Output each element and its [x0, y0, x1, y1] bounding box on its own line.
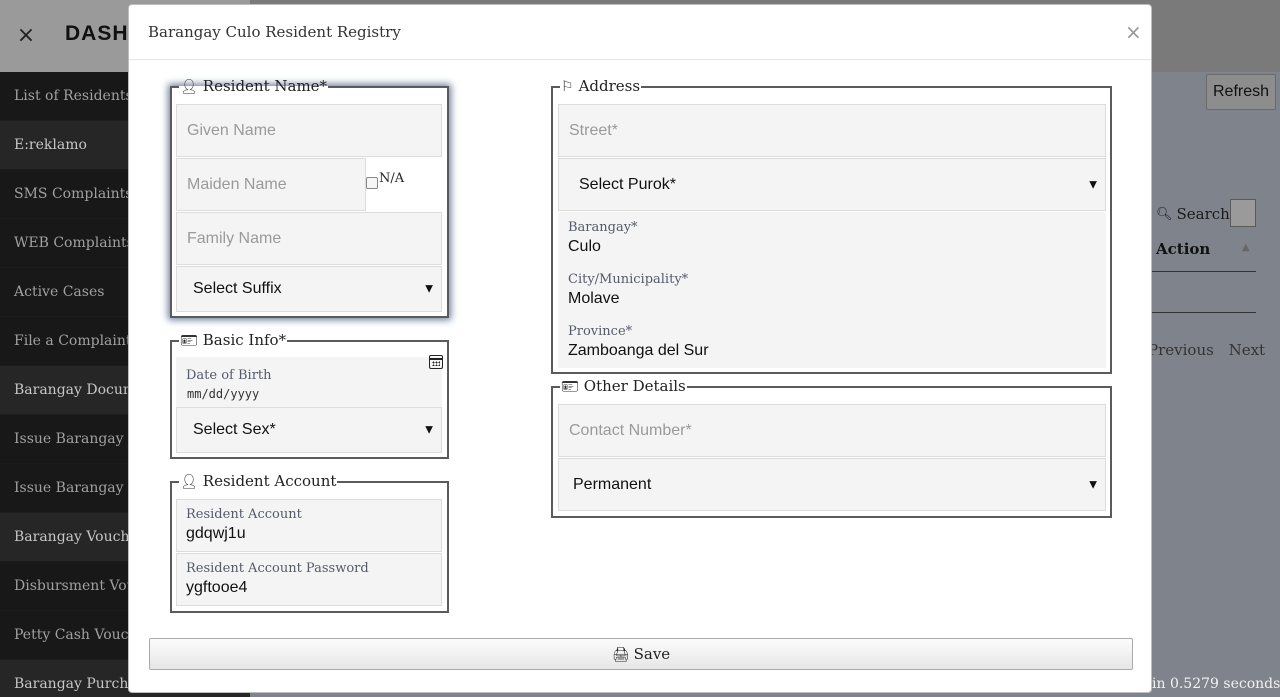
resident-account-password-value: ygftooe4 [186, 579, 248, 596]
street-input[interactable]: Street* [558, 104, 1106, 157]
modal-header: Barangay Culo Resident Registry × [129, 5, 1151, 60]
province-label: Province* [568, 324, 633, 339]
close-sidebar-icon[interactable]: × [14, 22, 38, 50]
dob-label: Date of Birth [186, 368, 272, 383]
search-label: 🔍︎ Search: [1156, 200, 1235, 228]
barangay-label: Barangay* [568, 220, 638, 235]
signpost-icon: ⚐ [561, 79, 574, 95]
chevron-down-icon: ▼ [1089, 179, 1097, 190]
save-label: Save [633, 645, 671, 663]
chevron-down-icon: ▼ [425, 424, 433, 436]
resident-account-value: gdqwj1u [186, 525, 246, 542]
purok-select[interactable]: Select Purok* ▼ [558, 158, 1106, 211]
search-input[interactable] [1230, 199, 1256, 227]
street-placeholder: Street* [569, 121, 618, 139]
given-name-placeholder: Given Name [187, 121, 276, 139]
city-field: City/Municipality* Molave [558, 264, 1106, 316]
chevron-down-icon: ▼ [1089, 479, 1097, 490]
city-label: City/Municipality* [568, 272, 689, 287]
given-name-input[interactable]: Given Name [176, 104, 442, 157]
sex-select[interactable]: Select Sex* ▼ [176, 407, 442, 453]
modal-close-icon[interactable]: × [1125, 20, 1142, 44]
maiden-name-placeholder: Maiden Name [187, 175, 287, 193]
resident-account-input[interactable]: Resident Account gdqwj1u [176, 499, 442, 552]
resident-name-legend: 👤︎ Resident Name* [180, 77, 328, 95]
sex-selected-value: Select Sex* [193, 421, 276, 438]
basic-info-legend: 🪪︎ Basic Info* [180, 331, 287, 349]
dob-placeholder: mm/dd/yyyy [187, 387, 260, 401]
footer-load-time: in 0.5279 seconds. [1152, 676, 1280, 692]
resident-account-legend: 👤︎ Resident Account [180, 472, 337, 490]
other-details-legend: 🪪︎ Other Details [561, 377, 686, 395]
family-name-input[interactable]: Family Name [176, 212, 442, 265]
pagination: Previous Next [1148, 341, 1275, 359]
province-value: Zamboanga del Sur [568, 342, 709, 359]
user-icon: 👤︎ [180, 474, 198, 490]
contact-number-input[interactable]: Contact Number* [558, 404, 1106, 457]
refresh-button[interactable]: Refresh [1206, 74, 1276, 110]
table-divider [1152, 271, 1256, 272]
suffix-selected-value: Select Suffix [193, 280, 282, 297]
contact-number-placeholder: Contact Number* [569, 421, 692, 439]
pagination-next[interactable]: Next [1229, 341, 1266, 359]
printer-icon: 🖨︎ [611, 647, 630, 663]
id-card-icon: 🪪︎ [180, 333, 198, 349]
id-card-icon: 🪪︎ [561, 379, 579, 395]
resident-account-password-label: Resident Account Password [186, 561, 369, 576]
maiden-na-checkbox[interactable] [366, 176, 378, 189]
table-divider [1152, 312, 1256, 313]
address-legend: ⚐ Address [561, 77, 641, 95]
suffix-select[interactable]: Select Suffix ▼ [176, 266, 442, 312]
residency-select[interactable]: Permanent ▼ [558, 458, 1106, 511]
app-title: DASH [65, 22, 129, 45]
chevron-down-icon: ▼ [425, 283, 433, 295]
magnifier-icon: 🔍︎ [1156, 206, 1173, 222]
barangay-value: Culo [568, 238, 601, 255]
maiden-na-label: N/A [379, 171, 405, 186]
user-icon: 👤︎ [180, 79, 198, 95]
sort-icon[interactable]: ▲ [1242, 242, 1250, 253]
barangay-field: Barangay* Culo [558, 212, 1106, 264]
province-field: Province* Zamboanga del Sur [558, 316, 1106, 368]
search-label-text: Search: [1176, 205, 1235, 223]
save-button[interactable]: 🖨︎ Save [149, 638, 1133, 670]
resident-registry-modal: Barangay Culo Resident Registry × 👤︎ Resi… [128, 4, 1152, 693]
resident-account-password-input[interactable]: Resident Account Password ygftooe4 [176, 553, 442, 606]
residency-selected-value: Permanent [573, 475, 652, 493]
maiden-name-input[interactable]: Maiden Name [176, 158, 366, 211]
purok-selected-value: Select Purok* [579, 175, 676, 193]
maiden-na-option[interactable]: N/A [366, 171, 404, 190]
city-value: Molave [568, 290, 620, 307]
table-header-action[interactable]: Action [1156, 240, 1210, 258]
calendar-icon[interactable] [429, 355, 443, 369]
modal-title: Barangay Culo Resident Registry [148, 23, 401, 41]
family-name-placeholder: Family Name [187, 229, 282, 247]
date-of-birth-input[interactable]: Date of Birth mm/dd/yyyy [176, 355, 443, 407]
pagination-previous[interactable]: Previous [1148, 341, 1214, 359]
resident-account-label: Resident Account [186, 507, 302, 522]
